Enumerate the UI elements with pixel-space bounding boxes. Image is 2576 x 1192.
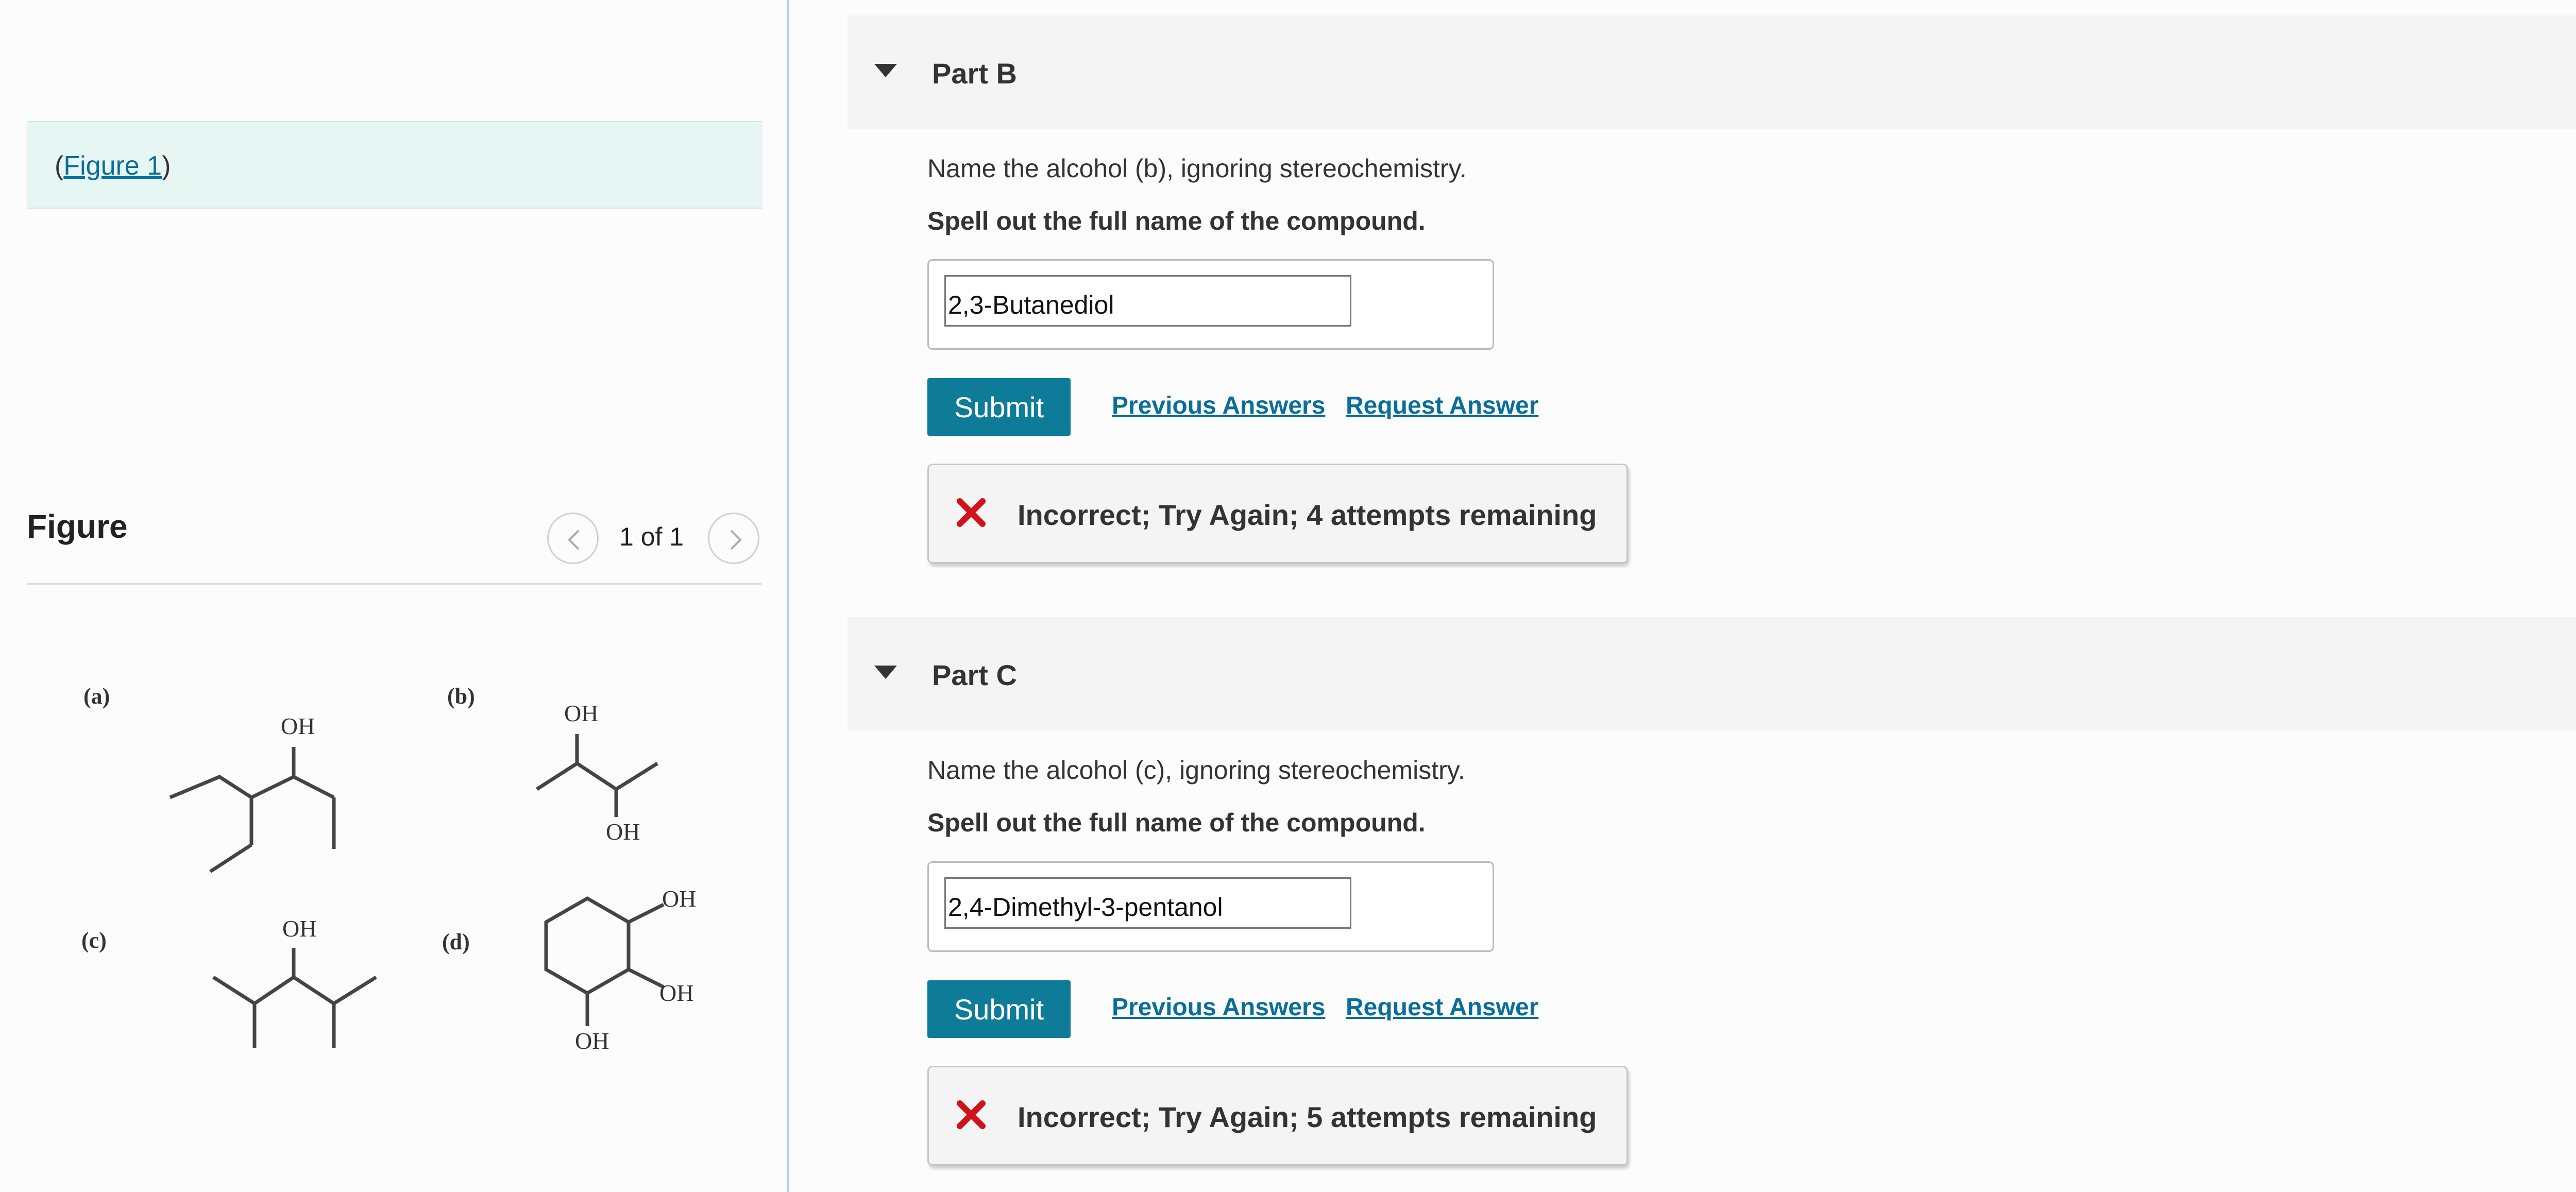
pane-divider[interactable] — [787, 0, 789, 1192]
figure-title: Figure — [27, 508, 128, 545]
oh-label: OH — [606, 819, 640, 845]
part-c-request-answer-link[interactable]: Request Answer — [1346, 993, 1538, 1021]
part-b-title: Part B — [932, 57, 1017, 90]
collapse-caret-icon[interactable] — [874, 64, 897, 77]
molecule-a-bonds — [169, 747, 336, 873]
part-b-instruction: Spell out the full name of the compound. — [927, 207, 1426, 235]
collapse-caret-icon[interactable] — [874, 666, 897, 679]
figure-header: Figure 1 of 1 — [27, 507, 761, 585]
incorrect-x-icon — [957, 498, 986, 527]
part-c-feedback-text: Incorrect; Try Again; 5 attempts remaini… — [1018, 1101, 1597, 1133]
previous-figure-button[interactable] — [547, 513, 599, 564]
part-b-header[interactable]: Part B — [848, 15, 2576, 129]
molecule-label-c: (c) — [81, 928, 107, 953]
part-c-question: Name the alcohol (c), ignoring stereoche… — [927, 756, 1465, 785]
figure-pager-count: 1 of 1 — [619, 522, 684, 551]
part-b-submit-button[interactable]: Submit — [927, 378, 1071, 436]
oh-label: OH — [282, 915, 316, 942]
oh-label: OH — [659, 980, 693, 1006]
oh-label: OH — [564, 700, 598, 726]
part-c-submit-button[interactable]: Submit — [927, 980, 1071, 1038]
part-b-answer-box — [927, 259, 1494, 350]
figure-1-link[interactable]: Figure 1 — [63, 151, 162, 181]
part-c-answer-input[interactable] — [944, 877, 1351, 929]
figure-panel: (Figure 1) Figure 1 of 1 (a) (b) (c) (d) — [0, 0, 788, 1192]
oh-label: OH — [281, 713, 315, 739]
next-figure-button[interactable] — [708, 513, 759, 564]
molecule-d-bonds — [544, 896, 665, 1026]
part-c-title: Part C — [932, 659, 1017, 691]
part-c-header[interactable]: Part C — [848, 617, 2576, 730]
molecule-b-bonds — [536, 734, 658, 817]
part-b-previous-answers-link[interactable]: Previous Answers — [1112, 391, 1325, 420]
callout-open-paren: ( — [55, 151, 64, 181]
callout-close-paren: ) — [162, 151, 171, 181]
molecule-label-a: (a) — [83, 684, 110, 709]
chevron-right-icon — [730, 530, 742, 550]
part-b-question: Name the alcohol (b), ignoring stereoche… — [927, 154, 1467, 183]
molecule-label-b: (b) — [447, 684, 475, 709]
molecule-c-bonds — [212, 948, 377, 1048]
incorrect-x-icon — [957, 1100, 986, 1129]
oh-label: OH — [575, 1028, 609, 1054]
part-c-feedback: Incorrect; Try Again; 5 attempts remaini… — [927, 1066, 1628, 1166]
oh-label: OH — [662, 886, 696, 912]
part-b-answer-input[interactable] — [944, 275, 1351, 327]
part-b-request-answer-link[interactable]: Request Answer — [1346, 391, 1538, 420]
part-b-feedback-text: Incorrect; Try Again; 4 attempts remaini… — [1018, 499, 1597, 531]
part-c-instruction: Spell out the full name of the compound. — [927, 808, 1426, 837]
part-c-previous-answers-link[interactable]: Previous Answers — [1112, 993, 1325, 1021]
molecule-label-d: (d) — [442, 929, 470, 955]
part-b-feedback: Incorrect; Try Again; 4 attempts remaini… — [927, 464, 1628, 564]
alcohol-structures-figure: (a) (b) (c) (d) OH OH OH OH OH OH OH — [81, 684, 696, 1054]
chevron-left-icon — [568, 530, 580, 550]
figure-callout: (Figure 1) — [27, 121, 762, 209]
part-c-answer-box — [927, 861, 1494, 952]
